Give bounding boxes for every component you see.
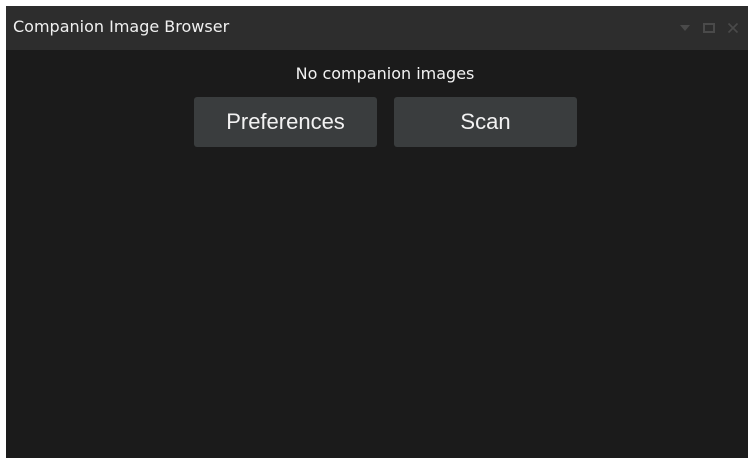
window-controls bbox=[678, 18, 740, 38]
dropdown-arrow-icon[interactable] bbox=[678, 21, 692, 35]
preferences-button[interactable]: Preferences bbox=[194, 97, 377, 147]
maximize-icon[interactable] bbox=[702, 21, 716, 35]
panel-title: Companion Image Browser bbox=[13, 17, 230, 36]
status-message: No companion images bbox=[295, 64, 475, 83]
close-icon[interactable] bbox=[726, 21, 740, 35]
scan-button[interactable]: Scan bbox=[394, 97, 577, 147]
panel-content: No companion images Preferences Scan bbox=[6, 50, 748, 458]
panel-titlebar[interactable]: Companion Image Browser bbox=[6, 6, 748, 50]
companion-image-browser-panel: Companion Image Browser No companion ima… bbox=[6, 6, 748, 458]
